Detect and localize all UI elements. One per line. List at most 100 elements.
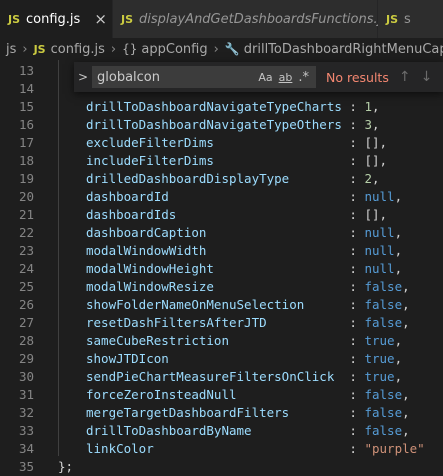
line-number: 30 [18, 369, 34, 384]
code-text: excludeFilterDims : [], [86, 134, 387, 152]
line-number: 24 [18, 261, 34, 276]
comma: , [372, 117, 380, 132]
comma: , [394, 369, 403, 384]
code-text: includeFilterDims : [], [86, 152, 387, 170]
regex-icon[interactable]: .* [298, 70, 309, 85]
property-value: false [364, 279, 403, 294]
line-number: 17 [18, 135, 34, 150]
comma: , [394, 351, 403, 366]
arrow-up-icon[interactable]: ↑ [399, 69, 411, 85]
property-name: modalWindowResize [86, 279, 214, 294]
comma: , [402, 279, 410, 294]
colon: : [349, 405, 357, 420]
tab-config-js[interactable]: JS config.js × [0, 0, 113, 38]
code-text: forceZeroInsteadNull : false, [86, 386, 410, 404]
line-number: 13 [18, 63, 34, 78]
comma: , [402, 423, 410, 438]
tab-third-file[interactable]: JS s [378, 0, 443, 38]
breadcrumb-object[interactable]: appConfig [141, 42, 207, 57]
comma: , [394, 189, 403, 204]
chevron-right-icon: › [110, 41, 117, 57]
code-line: 18 includeFilterDims : [], [0, 152, 443, 170]
chevron-right-icon: › [22, 41, 28, 57]
property-name: drillToDashboardNavigateTypeOthers [86, 117, 342, 132]
comma: , [379, 135, 388, 150]
property-value: false [364, 405, 403, 420]
code-line: 22 dashboardCaption : null, [0, 224, 443, 242]
code-editor[interactable]: 13 14 15 drillToDashboardNavigateTypeCharts… [0, 60, 443, 475]
line-number: 25 [18, 279, 34, 294]
code-text: showJTDIcon : true, [86, 350, 402, 368]
line-number: 29 [18, 351, 34, 366]
code-line: 15 drillToDashboardNavigateTypeCharts : 1… [0, 98, 443, 116]
comma: , [394, 261, 403, 276]
colon: : [349, 99, 357, 114]
line-number: 15 [18, 99, 34, 114]
property-name: forceZeroInsteadNull [86, 387, 237, 402]
code-text: drillToDashboardByName : false, [86, 422, 410, 440]
tab-label: config.js [26, 11, 81, 27]
line-number: 23 [18, 243, 34, 258]
breadcrumb-property[interactable]: drillToDashboardRightMenuCaptio [244, 42, 443, 57]
line-number: 32 [18, 405, 34, 420]
breadcrumb-folder[interactable]: js [6, 42, 16, 57]
code-line: 31 forceZeroInsteadNull : false, [0, 386, 443, 404]
arrow-down-icon[interactable]: ↓ [421, 69, 433, 85]
colon: : [349, 225, 357, 240]
code-line: 34 linkColor : "purple" [0, 440, 443, 458]
code-line: 35}; [0, 458, 443, 476]
colon: : [349, 441, 357, 456]
colon: : [349, 153, 357, 168]
colon: : [349, 243, 357, 258]
line-number: 33 [18, 423, 34, 438]
property-name: showJTDIcon [86, 351, 169, 366]
property-name: excludeFilterDims [86, 135, 214, 150]
colon: : [349, 135, 357, 150]
property-name: modalWindowHeight [86, 261, 214, 276]
property-value: false [364, 315, 403, 330]
property-value: [] [364, 207, 380, 222]
js-file-icon: JS [8, 12, 21, 26]
comma: , [394, 243, 403, 258]
property-name: dashboardIds [86, 207, 177, 222]
comma: , [402, 297, 410, 312]
code-line: 33 drillToDashboardByName : false, [0, 422, 443, 440]
comma: , [402, 405, 410, 420]
colon: : [349, 171, 357, 186]
js-file-icon: JS [33, 42, 46, 56]
code-text: drillToDashboardNavigateTypeOthers : 3, [86, 116, 380, 134]
find-status: No results [326, 69, 389, 85]
code-line: 29 showJTDIcon : true, [0, 350, 443, 368]
tab-label: s [404, 11, 411, 27]
code-text: sendPieChartMeasureFiltersOnClick : true… [86, 368, 402, 386]
chevron-right-icon: › [213, 41, 219, 57]
tab-label: displayAndGetDashboardsFunctions.js [139, 11, 389, 27]
line-number: 28 [18, 333, 34, 348]
match-case-icon[interactable]: Aa [258, 71, 272, 84]
comma: , [402, 387, 410, 402]
colon: : [349, 207, 357, 222]
line-number: 14 [18, 81, 34, 96]
property-name: drilledDashboardDisplayType [86, 171, 290, 186]
colon: : [349, 189, 357, 204]
find-input[interactable]: globalcon Aa ab .* [92, 66, 316, 88]
js-file-icon: JS [121, 12, 134, 26]
property-name: mergeTargetDashboardFilters [86, 405, 290, 420]
property-name: showFolderNameOnMenuSelection [86, 297, 305, 312]
toggle-replace-icon[interactable]: > [74, 70, 92, 84]
line-number: 35 [18, 459, 34, 474]
property-value: 2 [364, 171, 373, 186]
close-icon[interactable]: × [94, 10, 107, 28]
tab-bar: JS config.js × JS displayAndGetDashboard… [0, 0, 443, 38]
property-value: [] [364, 135, 380, 150]
breadcrumb-file[interactable]: config.js [51, 42, 105, 57]
code-line: 27 resetDashFiltersAfterJTD : false, [0, 314, 443, 332]
property-value: false [364, 297, 403, 312]
property-name: sendPieChartMeasureFiltersOnClick [86, 369, 335, 384]
code-line: 32 mergeTargetDashboardFilters : false, [0, 404, 443, 422]
code-text: resetDashFiltersAfterJTD : false, [86, 314, 410, 332]
code-line: 16 drillToDashboardNavigateTypeOthers : 3… [0, 116, 443, 134]
comma: , [379, 207, 388, 222]
whole-word-icon[interactable]: ab [279, 71, 293, 84]
tab-display-and-get-dashboards[interactable]: JS displayAndGetDashboardsFunctions.js [113, 0, 388, 38]
